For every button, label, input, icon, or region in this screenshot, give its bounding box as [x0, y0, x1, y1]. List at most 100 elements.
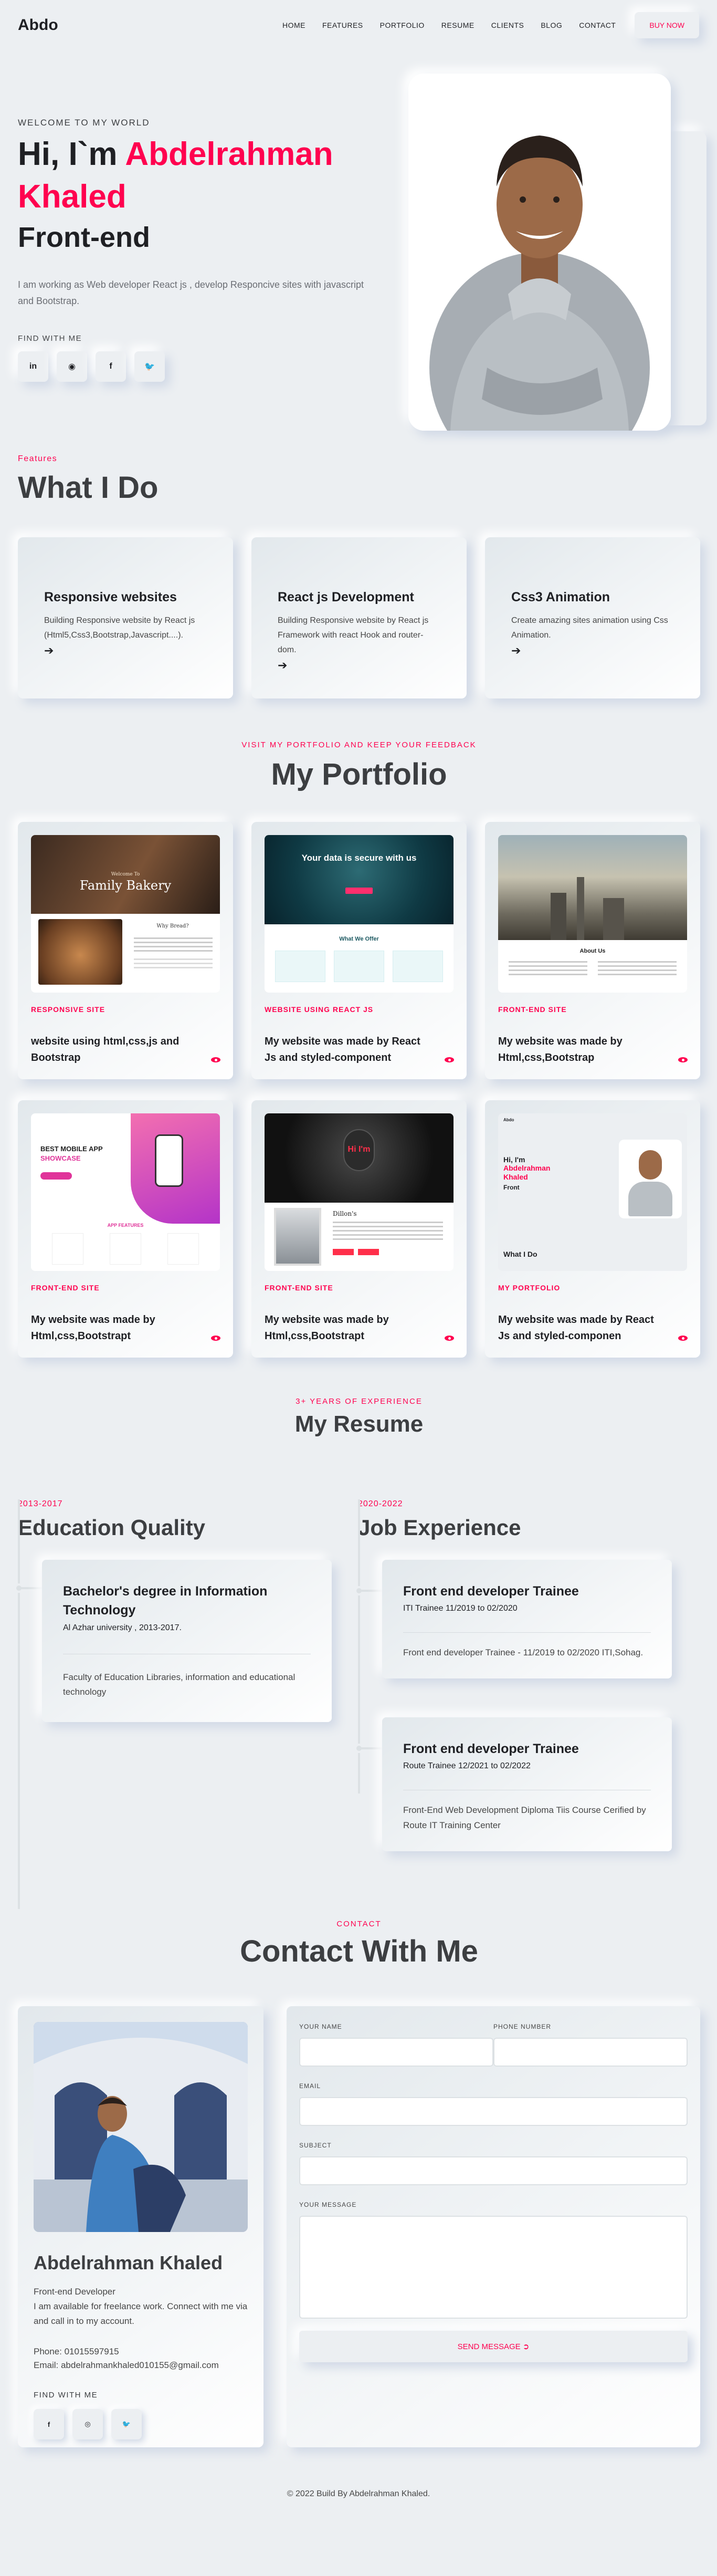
- email-input[interactable]: [299, 2097, 688, 2126]
- contact-socials: f ◎ 🐦: [34, 2409, 248, 2440]
- nav-contact[interactable]: CONTACT: [579, 21, 616, 29]
- shot-section: Why Bread?: [156, 923, 189, 929]
- eye-icon[interactable]: [678, 1336, 688, 1341]
- find-with-me-label: FIND WITH ME: [34, 2391, 98, 2400]
- find-with-me-label: FIND WITH ME: [18, 334, 82, 343]
- portfolio-card[interactable]: Welcome To Family Bakery Why Bread? RESP…: [18, 822, 233, 1079]
- arrow-right-icon[interactable]: ➔: [278, 659, 440, 672]
- timeline-connector: [360, 1747, 382, 1749]
- experience-description: Front end developer Trainee - 11/2019 to…: [403, 1647, 644, 1658]
- shot-heading: Family Bakery: [79, 878, 172, 893]
- contact-section: CONTACT Contact With Me Abdelrahman Khal…: [18, 1920, 700, 2447]
- feature-title: Responsive websites: [44, 590, 177, 604]
- nav-home[interactable]: HOME: [282, 21, 305, 29]
- experience-role: Front end developer Trainee: [403, 1741, 579, 1756]
- contact-title: Contact With Me: [240, 1934, 478, 1968]
- shot-subtitle: Welcome To: [111, 872, 140, 877]
- feature-card[interactable]: React js Development Building Responsive…: [251, 537, 467, 698]
- instagram-icon[interactable]: ◎: [72, 2409, 103, 2440]
- portfolio-card[interactable]: About Us FRONT-END SITE My website was m…: [485, 822, 700, 1079]
- contact-phone: Phone: 01015597915: [34, 2346, 119, 2357]
- eye-icon[interactable]: [211, 1336, 220, 1341]
- linkedin-icon[interactable]: in: [18, 351, 48, 382]
- shot-subtitle: SHOWCASE: [40, 1154, 81, 1162]
- nav-blog[interactable]: BLOG: [541, 21, 562, 29]
- phone-input[interactable]: [493, 2038, 688, 2067]
- experience-org: ITI Trainee 11/2019 to 02/2020: [403, 1604, 518, 1613]
- hero-greeting: Hi, I`m Abdelrahman Khaled: [18, 133, 380, 218]
- shot-section: Dillon's: [333, 1210, 357, 1217]
- eye-icon[interactable]: [678, 1057, 688, 1062]
- contact-name: Abdelrahman Khaled: [34, 2252, 223, 2273]
- education-column: 2013-2017 Education Quality Bachelor's d…: [14, 1499, 343, 1909]
- resume-kicker: 3+ YEARS OF EXPERIENCE: [296, 1397, 423, 1406]
- shot-section: About Us: [579, 948, 606, 954]
- message-label: YOUR MESSAGE: [299, 2201, 357, 2208]
- facebook-icon[interactable]: f: [96, 351, 126, 382]
- feature-card[interactable]: Responsive websites Building Responsive …: [18, 537, 233, 698]
- buy-now-button[interactable]: BUY NOW: [635, 12, 699, 38]
- feature-card[interactable]: Css3 Animation Create amazing sites anim…: [485, 537, 700, 698]
- portfolio-card[interactable]: BEST MOBILE APP SHOWCASE APP FEATURES FR…: [18, 1100, 233, 1358]
- shot-brand: Abdo: [503, 1118, 514, 1122]
- twitter-icon[interactable]: 🐦: [111, 2409, 142, 2440]
- project-tag: FRONT-END SITE: [31, 1284, 100, 1292]
- project-tag: MY PORTFOLIO: [498, 1284, 561, 1292]
- feature-text: Building Responsive website by React js …: [278, 616, 429, 654]
- nav-portfolio[interactable]: PORTFOLIO: [380, 21, 425, 29]
- experience-card: Front end developer Trainee ITI Trainee …: [382, 1560, 672, 1679]
- nav-features[interactable]: FEATURES: [322, 21, 363, 29]
- nav-resume[interactable]: RESUME: [441, 21, 475, 29]
- project-screenshot: Hi I'm Dillon's: [265, 1113, 454, 1271]
- portfolio-card[interactable]: Your data is secure with us What We Offe…: [251, 822, 467, 1079]
- project-tag: FRONT-END SITE: [498, 1005, 567, 1014]
- shot-section: What I Do: [503, 1250, 537, 1258]
- send-message-button[interactable]: SEND MESSAGE ➲: [299, 2331, 688, 2362]
- portfolio-card[interactable]: Abdo Hi, I'm Abdelrahman Khaled Front Wh…: [485, 1100, 700, 1358]
- portfolio-grid: Welcome To Family Bakery Why Bread? RESP…: [18, 822, 700, 1358]
- nav-clients[interactable]: CLIENTS: [491, 21, 524, 29]
- name-label: YOUR NAME: [299, 2023, 342, 2030]
- project-screenshot: BEST MOBILE APP SHOWCASE APP FEATURES: [31, 1113, 220, 1271]
- welcome-text: WELCOME TO MY WORLD: [18, 118, 150, 128]
- site-header: Abdo HOME FEATURES PORTFOLIO RESUME CLIE…: [0, 0, 717, 50]
- contact-form: YOUR NAME PHONE NUMBER EMAIL SUBJECT YOU…: [287, 2006, 700, 2447]
- shot-role: Front: [503, 1184, 520, 1191]
- experience-description: Front-End Web Development Diploma Tiis C…: [403, 1805, 646, 1831]
- project-description: My website was made by Html,css,Bootstra…: [31, 1314, 155, 1342]
- message-textarea[interactable]: [299, 2216, 688, 2319]
- hero-section: WELCOME TO MY WORLD Hi, I`m Abdelrahman …: [18, 74, 707, 431]
- feature-text: Building Responsive website by React js …: [44, 616, 195, 640]
- subject-input[interactable]: [299, 2156, 688, 2185]
- portfolio-card[interactable]: Hi I'm Dillon's FRONT-END SITE My websit…: [251, 1100, 467, 1358]
- shot-greeting: Hi, I'm: [503, 1155, 525, 1164]
- contact-kicker: CONTACT: [336, 1920, 382, 1928]
- features-title: What I Do: [18, 471, 159, 505]
- hero-portrait: [408, 74, 671, 431]
- facebook-icon[interactable]: f: [34, 2409, 64, 2440]
- name-input[interactable]: [299, 2038, 493, 2067]
- arrow-right-icon[interactable]: ➔: [44, 644, 207, 658]
- github-icon[interactable]: ◉: [57, 351, 87, 382]
- shot-heading: Your data is secure with us: [301, 853, 417, 863]
- portfolio-kicker: VISIT MY PORTFOLIO AND KEEP YOUR FEEDBAC…: [241, 741, 477, 749]
- divider: [403, 1632, 651, 1633]
- experience-role: Front end developer Trainee: [403, 1584, 579, 1599]
- eye-icon[interactable]: [211, 1057, 220, 1062]
- shot-section: What We Offer: [339, 936, 379, 942]
- features-kicker: Features: [18, 454, 58, 463]
- project-description: My website was made by React Js and styl…: [498, 1314, 654, 1342]
- site-footer: © 2022 Build By Abdelrahman Khaled.: [287, 2489, 430, 2498]
- project-description: website using html,css,js and Bootstrap: [31, 1036, 180, 1063]
- contact-photo-illustration: [34, 2022, 248, 2232]
- eye-icon[interactable]: [445, 1057, 454, 1062]
- timeline-connector: [20, 1587, 42, 1589]
- eye-icon[interactable]: [445, 1336, 454, 1341]
- twitter-icon[interactable]: 🐦: [134, 351, 165, 382]
- arrow-right-icon[interactable]: ➔: [511, 644, 674, 658]
- brand-logo[interactable]: Abdo: [18, 16, 58, 34]
- experience-title: Job Experience: [358, 1515, 521, 1540]
- portfolio-title: My Portfolio: [271, 757, 447, 791]
- hero-role: Front-end: [18, 222, 150, 254]
- education-years: 2013-2017: [18, 1499, 63, 1508]
